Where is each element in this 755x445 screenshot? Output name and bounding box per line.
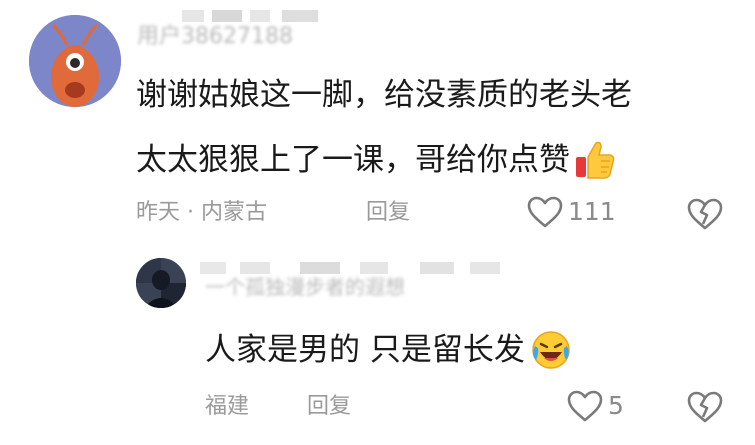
mosaic-block (200, 262, 226, 274)
mosaic-block (282, 10, 318, 22)
mosaic-block (420, 262, 454, 274)
replier-username[interactable]: 一个孤独漫步者的遐想 (205, 272, 515, 302)
mosaic-block (250, 10, 270, 22)
comment-text-line-2-text: 太太狠狠上了一课，哥给你点赞 (136, 141, 570, 178)
reply-text: 人家是男的 只是留长发 (205, 328, 573, 372)
mosaic-block (212, 10, 242, 22)
thumbs-up-emoji-icon (572, 137, 617, 182)
shrimp-avatar-icon (29, 15, 121, 107)
commenter-avatar[interactable] (29, 15, 121, 107)
dark-avatar-icon (136, 258, 186, 308)
broken-heart-icon (686, 197, 724, 231)
mosaic-block (182, 10, 204, 22)
reply-button[interactable]: 回复 (366, 198, 410, 228)
reply-dislike-button[interactable] (686, 390, 724, 424)
replier-avatar[interactable] (136, 258, 186, 308)
reply-like-count: 5 (608, 391, 624, 420)
comment-text-line-2: 太太狠狠上了一课，哥给你点赞 (136, 137, 617, 182)
like-count: 111 (568, 197, 616, 226)
dislike-button[interactable] (686, 197, 724, 231)
broken-heart-icon (686, 390, 724, 424)
reply-like-button[interactable]: 5 (566, 389, 624, 423)
mosaic-block (300, 262, 340, 274)
reply-location: 福建 (205, 394, 250, 419)
mosaic-block (240, 262, 270, 274)
reply-text-content: 人家是男的 只是留长发 (205, 332, 525, 368)
comment-text-line-1: 谢谢姑娘这一脚，给没素质的老头老 (136, 77, 632, 113)
mosaic-block (360, 262, 388, 274)
reply-reply-button[interactable]: 回复 (307, 392, 351, 422)
heart-icon (526, 195, 564, 229)
commenter-username[interactable]: 用户38627188 (137, 20, 362, 54)
comment-time-location: 昨天 · 内蒙古 (136, 200, 267, 225)
laughing-tears-emoji-icon (529, 328, 573, 372)
mosaic-block (470, 262, 500, 274)
heart-icon (566, 389, 604, 423)
like-button[interactable]: 111 (526, 195, 616, 229)
